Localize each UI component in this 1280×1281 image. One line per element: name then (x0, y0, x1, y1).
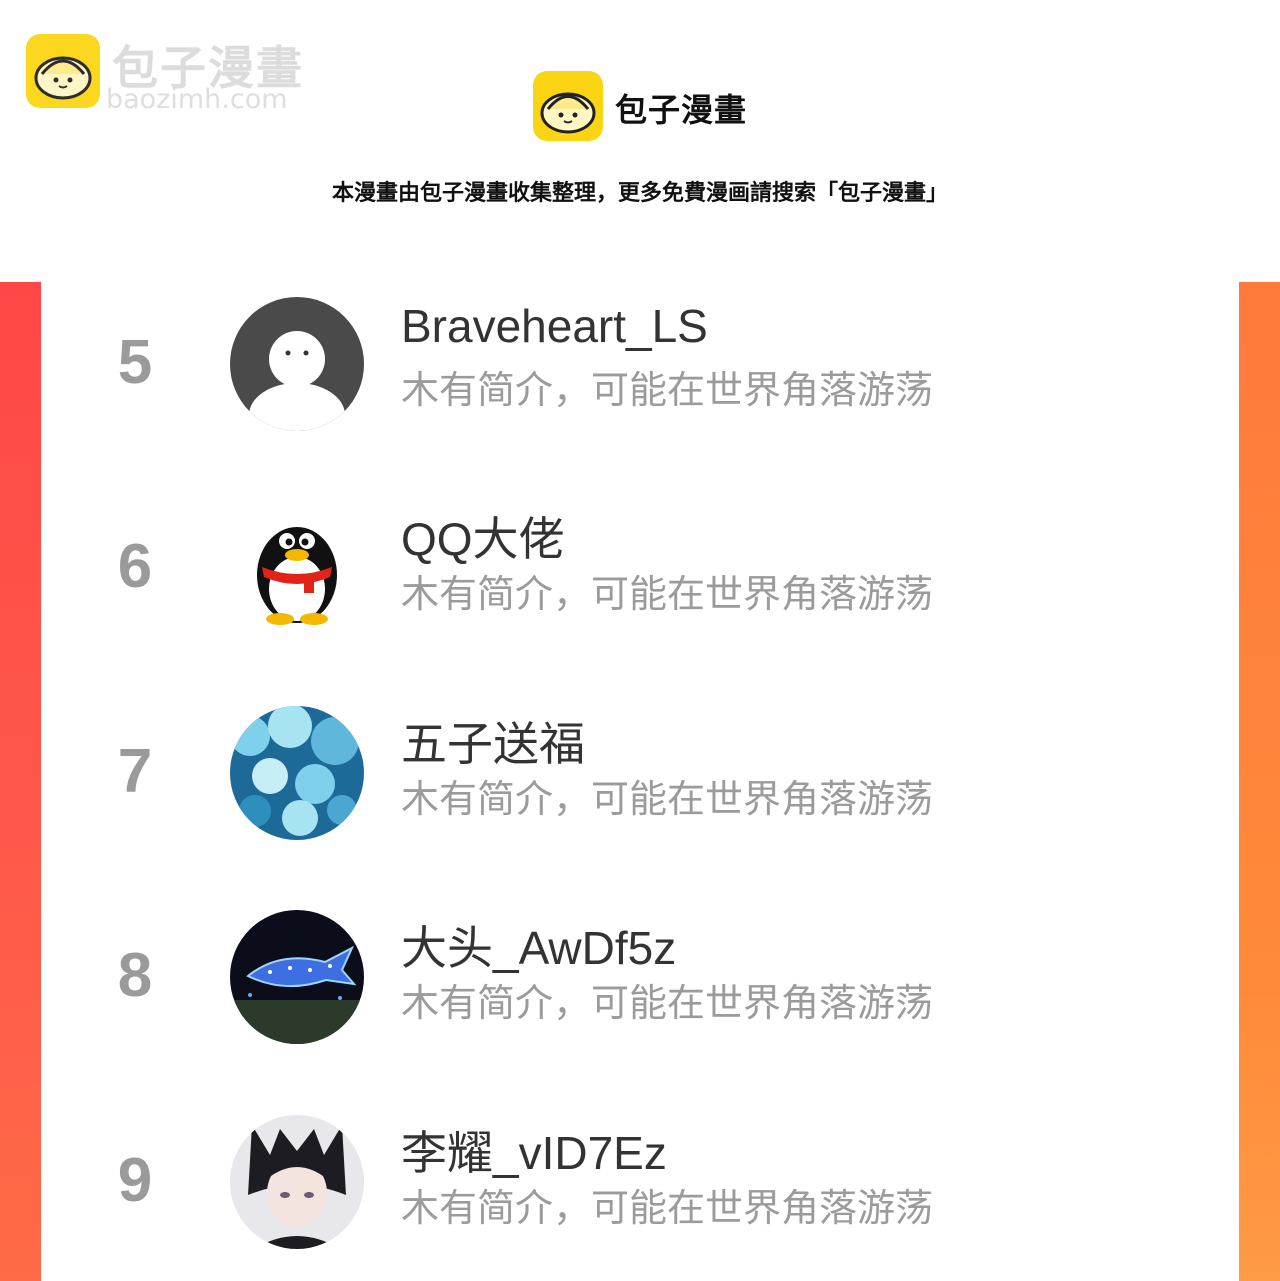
bun-logo-icon (26, 34, 100, 108)
user-bio: 木有简介，可能在世界角落游荡 (401, 1186, 934, 1230)
username[interactable]: QQ大佬 (401, 503, 565, 569)
rank-number: 7 (117, 737, 153, 806)
ranking-row[interactable]: 8 大头_AwDf5z 木有简介，可能在世界角落游荡 (41, 910, 1239, 1060)
collection-notice: 本漫畫由包子漫畫收集整理，更多免費漫画請搜索「包子漫畫」 (331, 181, 948, 206)
ranking-row[interactable]: 6 QQ大佬 木有简介，可能在世界角落游荡 (41, 501, 1239, 651)
right-accent-bar (1239, 282, 1280, 1281)
user-bio: 木有简介，可能在世界角落游荡 (401, 572, 934, 616)
ranking-row[interactable]: 9 李耀_vID7Ez 木有简介，可能在世界角落游荡 (41, 1115, 1239, 1265)
username[interactable]: 李耀_vID7Ez (401, 1117, 667, 1183)
rank-number: 5 (117, 328, 153, 397)
anime-girl-avatar-icon[interactable] (230, 1115, 364, 1249)
rank-number: 9 (117, 1146, 153, 1215)
blue-clouds-avatar-icon[interactable] (230, 706, 364, 840)
username[interactable]: Braveheart_LS (401, 299, 708, 353)
user-bio: 木有简介，可能在世界角落游荡 (401, 368, 934, 412)
logo-title: 包子漫畫 (615, 91, 748, 129)
user-bio: 木有简介，可能在世界角落游荡 (401, 777, 934, 821)
user-bio: 木有简介，可能在世界角落游荡 (401, 981, 934, 1025)
rank-number: 6 (117, 532, 153, 601)
username[interactable]: 五子送福 (401, 708, 585, 774)
watermark: 包子漫畫 baozimh.com (26, 34, 326, 115)
username[interactable]: 大头_AwDf5z (401, 912, 676, 978)
penguin-avatar-icon[interactable] (230, 501, 364, 635)
watermark-url: baozimh.com (106, 84, 288, 115)
ranking-row[interactable]: 5 Braveheart_LS 木有简介，可能在世界角落游荡 (41, 297, 1239, 447)
default-user-avatar-icon[interactable] (230, 297, 364, 431)
header-logo[interactable]: 包子漫畫 (533, 71, 773, 143)
left-accent-bar (0, 282, 41, 1281)
ranking-row[interactable]: 7 五子送福 木有简介，可能在世界角落游荡 (41, 706, 1239, 856)
light-shark-avatar-icon[interactable] (230, 910, 364, 1044)
bun-logo-icon (533, 71, 603, 141)
rank-number: 8 (117, 941, 153, 1010)
